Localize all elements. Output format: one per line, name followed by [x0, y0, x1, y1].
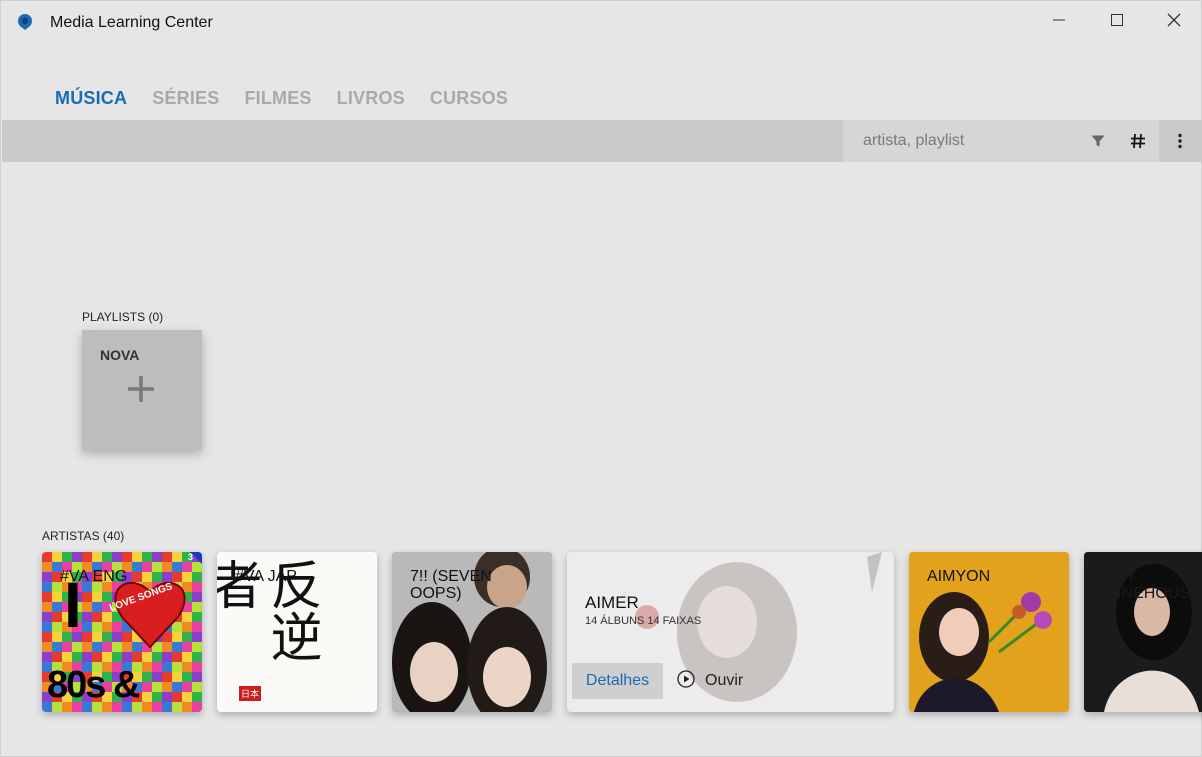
artist-card-aimer[interactable]: AIMER 14 ÁLBUNS 14 FAIXAS Detalhes Ouvir	[567, 552, 894, 712]
play-circle-icon	[677, 669, 695, 693]
more-vertical-icon[interactable]	[1170, 131, 1190, 151]
maximize-icon	[1111, 13, 1123, 31]
tab-cursos[interactable]: CURSOS	[430, 88, 508, 109]
artist-name: AIMYON	[927, 568, 991, 585]
toolbar	[2, 120, 1202, 162]
tab-musica[interactable]: MÚSICA	[55, 88, 127, 109]
artist-card-va-jap[interactable]: 反逆者 日本 #VA JAP	[217, 552, 377, 712]
search-box	[843, 120, 1159, 162]
new-playlist-label: NOVA	[100, 347, 140, 363]
plus-icon	[126, 374, 156, 409]
close-icon	[1167, 13, 1181, 32]
artist-stats: 14 ÁLBUNS 14 FAIXAS	[585, 615, 702, 627]
tab-filmes[interactable]: FILMES	[244, 88, 311, 109]
artists-section-label: ARTISTAS (40)	[42, 529, 125, 543]
artist-name: #VA JAP	[235, 568, 297, 585]
va-eng-badge: 3	[188, 552, 194, 562]
va-jap-art-stamp: 日本	[239, 686, 262, 701]
playlists-section-label: PLAYLISTS (0)	[82, 310, 164, 324]
artist-card-aimyon[interactable]: AIMYON	[909, 552, 1069, 712]
search-input[interactable]	[863, 130, 1083, 152]
tab-livros[interactable]: LIVROS	[337, 88, 405, 109]
app-window: Media Learning Center MÚSICA SÉRIES FILM…	[0, 0, 1202, 757]
artist-card-amy-winehouse[interactable]: AMY WINEHOUSE	[1084, 552, 1202, 712]
close-button[interactable]	[1146, 1, 1202, 43]
artist-name: #VA ENG	[60, 568, 128, 585]
artist-name: AIMER	[585, 593, 639, 612]
category-tabs: MÚSICA SÉRIES FILMES LIVROS CURSOS	[55, 88, 508, 109]
artist-card-va-eng[interactable]: 3 I LOVE SONGS 80s & 90s #VA ENG	[42, 552, 202, 712]
listen-label: Ouvir	[705, 672, 744, 689]
hash-icon[interactable]	[1128, 131, 1148, 151]
new-playlist-card[interactable]: NOVA	[82, 330, 202, 450]
listen-button[interactable]: Ouvir	[677, 663, 743, 699]
tab-series[interactable]: SÉRIES	[152, 88, 219, 109]
artist-name: 7!! (SEVEN OOPS)	[410, 568, 492, 602]
app-logo-icon	[16, 13, 34, 31]
artist-card-seven-oops[interactable]: 7!! (SEVEN OOPS)	[392, 552, 552, 712]
maximize-button[interactable]	[1089, 1, 1145, 43]
details-button[interactable]: Detalhes	[572, 663, 663, 699]
minimize-button[interactable]	[1031, 1, 1087, 43]
filter-icon[interactable]	[1088, 131, 1108, 151]
title-bar: Media Learning Center	[1, 1, 1201, 43]
window-title: Media Learning Center	[50, 14, 213, 31]
minimize-icon	[1053, 13, 1065, 31]
va-eng-art-text: 80s & 90s	[47, 664, 140, 712]
artist-name: AMY WINEHOUSE	[1102, 568, 1201, 602]
